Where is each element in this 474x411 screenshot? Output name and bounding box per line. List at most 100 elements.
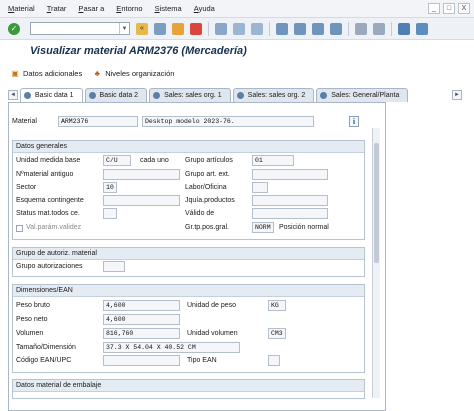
tab-scroll-right-icon[interactable]: ►: [452, 90, 462, 100]
unidad-medida-base-label: Unidad medida base: [16, 157, 81, 164]
ean-upc-field[interactable]: [103, 355, 180, 366]
toolbar-divider: [391, 21, 392, 36]
menu-ayuda[interactable]: Ayuda: [194, 4, 215, 13]
tab-sales-general-plant[interactable]: Sales: General/Planta: [316, 88, 409, 102]
group-header: Grupo de autoriz. material: [13, 248, 364, 260]
group-grupo-autoriz: Grupo de autoriz. material: [12, 247, 365, 277]
menu-entorno[interactable]: Entorno: [116, 4, 142, 13]
confirm-icon[interactable]: ✓: [8, 22, 20, 35]
help-icon[interactable]: [398, 22, 410, 35]
menu-pasar-a[interactable]: Pasar a: [78, 4, 104, 13]
labor-oficina-field[interactable]: [252, 182, 268, 193]
tab-basic-data-1[interactable]: Basic data 1: [20, 88, 83, 102]
next-page-icon[interactable]: [312, 22, 324, 35]
grupo-articulos-field[interactable]: 01: [252, 155, 294, 166]
gr-tp-pos-label: Gr.tp.pos.gral.: [185, 224, 229, 231]
standard-toolbar: ✓ ▼ «: [0, 18, 474, 40]
material-antiguo-field[interactable]: [103, 169, 180, 180]
peso-neto-field[interactable]: 4,600: [103, 314, 180, 325]
peso-bruto-label: Peso bruto: [16, 302, 50, 309]
valido-de-label: Válido de: [185, 210, 215, 217]
tab-icon: [153, 92, 161, 99]
page-title: Visualizar material ARM2376 (Mercadería): [30, 45, 247, 57]
unidad-peso-field[interactable]: KG: [268, 300, 286, 311]
first-page-icon[interactable]: [276, 22, 288, 35]
layout-menu-icon[interactable]: [416, 22, 428, 35]
close-button[interactable]: X: [458, 3, 470, 14]
menu-sistema[interactable]: Sistema: [155, 4, 182, 13]
peso-bruto-field[interactable]: 4,600: [103, 300, 180, 311]
chevron-down-icon[interactable]: ▼: [119, 23, 129, 34]
menu-bar: Material Tratar Pasar a Entorno Sistema …: [0, 0, 474, 18]
tab-basic-data-2[interactable]: Basic data 2: [84, 88, 148, 102]
unidad-peso-label: Unidad de peso: [187, 302, 237, 309]
material-description-field[interactable]: Desktop modelo 2023-76.: [142, 116, 314, 127]
unidad-medida-base-text: cada uno: [140, 157, 169, 164]
minimize-button[interactable]: _: [428, 3, 440, 14]
additional-data-label: Datos adicionales: [23, 68, 83, 78]
grupo-art-ext-label: Grupo art. ext.: [185, 171, 230, 178]
exit-icon[interactable]: [172, 22, 184, 35]
material-antiguo-label: Nºmaterial antiguo: [16, 171, 74, 178]
tamano-dimension-label: Tamaño/Dimensión: [16, 344, 76, 351]
tab-label: Basic data 2: [99, 92, 139, 99]
labor-oficina-label: Labor/Oficina: [185, 184, 227, 191]
status-mat-label: Status mat.todos ce.: [16, 210, 80, 217]
tab-sales-org-1[interactable]: Sales: sales org. 1: [149, 88, 231, 102]
group-header: Dimensiones/EAN: [13, 285, 364, 297]
new-session-icon[interactable]: [355, 22, 367, 35]
command-field[interactable]: ▼: [30, 22, 130, 35]
cancel-icon[interactable]: [190, 22, 202, 35]
vertical-scrollbar[interactable]: [372, 128, 380, 398]
tamano-dimension-field[interactable]: 37.3 X 54.04 X 40.52 CM: [103, 342, 240, 353]
find-next-icon[interactable]: [251, 22, 263, 35]
grupo-articulos-label: Grupo artículos: [185, 157, 233, 164]
additional-data-icon: ▣: [11, 68, 19, 78]
ean-upc-label: Código EAN/UPC: [16, 357, 72, 364]
valido-de-field[interactable]: [252, 208, 328, 219]
additional-data-button[interactable]: ▣ Datos adicionales: [10, 68, 82, 78]
org-levels-button[interactable]: ♣ Niveles organización: [92, 68, 175, 78]
unidad-volumen-field[interactable]: CM3: [268, 328, 286, 339]
grupo-art-ext-field[interactable]: [252, 169, 328, 180]
back-icon[interactable]: «: [136, 22, 148, 35]
status-mat-field[interactable]: [103, 208, 117, 219]
save-icon[interactable]: [154, 22, 166, 35]
sector-label: Sector: [16, 184, 37, 191]
org-levels-label: Niveles organización: [105, 68, 175, 78]
print-icon[interactable]: [215, 22, 227, 35]
unidad-volumen-label: Unidad volumen: [187, 330, 238, 337]
shortcut-icon[interactable]: [373, 22, 385, 35]
application-toolbar: ▣ Datos adicionales ♣ Niveles organizaci…: [0, 64, 474, 82]
tipo-ean-field[interactable]: [268, 355, 280, 366]
jquia-productos-field[interactable]: [252, 195, 328, 206]
val-param-checkbox[interactable]: [16, 225, 23, 232]
tab-icon: [88, 92, 96, 99]
toolbar-divider: [269, 21, 270, 36]
tab-scroll-left-icon[interactable]: ◄: [8, 90, 18, 100]
unidad-medida-base-field[interactable]: C/U: [103, 155, 131, 166]
menu-tratar[interactable]: Tratar: [47, 4, 67, 13]
org-levels-icon: ♣: [94, 68, 100, 78]
grupo-autorizaciones-field[interactable]: [103, 261, 125, 272]
sector-field[interactable]: 10: [103, 182, 117, 193]
last-page-icon[interactable]: [330, 22, 342, 35]
previous-page-icon[interactable]: [294, 22, 306, 35]
tab-label: Sales: General/Planta: [331, 92, 400, 99]
group-header: Datos material de embalaje: [13, 380, 364, 392]
material-field[interactable]: ARM2376: [58, 116, 138, 127]
jquia-productos-label: Jquía.productos: [185, 197, 235, 204]
gr-tp-pos-text: Posición normal: [279, 224, 329, 231]
menu-material[interactable]: Material: [8, 4, 35, 13]
group-header: Datos generales: [13, 141, 364, 153]
gr-tp-pos-field[interactable]: NORM: [252, 222, 274, 233]
esquema-contingente-field[interactable]: [103, 195, 180, 206]
volumen-field[interactable]: 816,760: [103, 328, 180, 339]
scrollbar-thumb[interactable]: [374, 143, 379, 263]
find-icon[interactable]: [233, 22, 245, 35]
tipo-ean-label: Tipo EAN: [187, 357, 217, 364]
tab-sales-org-2[interactable]: Sales: sales org. 2: [232, 88, 315, 102]
tab-icon: [236, 92, 244, 99]
maximize-button[interactable]: □: [443, 3, 455, 14]
info-icon[interactable]: i: [349, 116, 359, 127]
